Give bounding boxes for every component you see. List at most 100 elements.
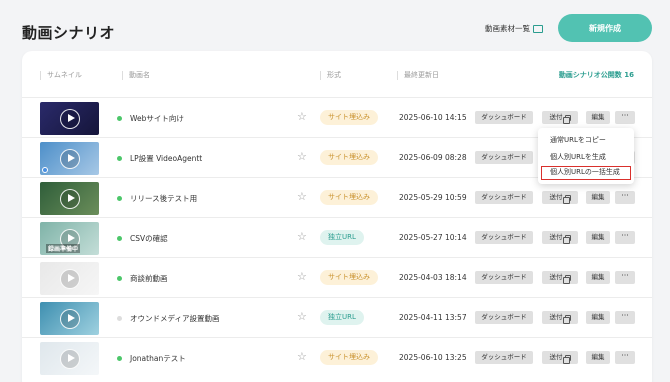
status-indicator [117,116,122,121]
favorite-star-icon[interactable]: ☆ [297,271,307,283]
dashboard-button[interactable]: ダッシュボード [475,151,533,164]
edit-button[interactable]: 編集 [586,351,610,364]
dashboard-button[interactable]: ダッシュボード [475,351,533,364]
send-button[interactable]: 送付 [542,111,578,124]
send-button-label: 送付 [549,233,563,241]
format-badge: サイト埋込み [320,150,378,165]
updated-date: 2025-06-10 13:25 [399,353,467,362]
video-thumbnail[interactable] [40,302,99,335]
dashboard-button[interactable]: ダッシュボード [475,231,533,244]
video-name[interactable]: CSVの確認 [130,233,168,244]
header-updated: 最終更新日 [397,71,439,80]
more-options-button[interactable]: ··· [615,111,635,124]
dashboard-button[interactable]: ダッシュボード [475,311,533,324]
copy-icon [562,234,571,244]
more-options-button[interactable]: ··· [615,231,635,244]
send-button[interactable]: 送付 [542,191,578,204]
dropdown-item-copy-url[interactable]: 通常URLをコピー [538,133,634,147]
page-title: 動画シナリオ [22,24,116,42]
more-options-button[interactable]: ··· [615,271,635,284]
status-indicator [117,276,122,281]
video-thumbnail[interactable] [40,342,99,375]
copy-icon [562,314,571,324]
edit-button[interactable]: 編集 [586,111,610,124]
format-badge: サイト埋込み [320,270,378,285]
video-thumbnail[interactable] [40,182,99,215]
video-thumbnail[interactable] [40,142,99,175]
header-name: 動画名 [122,71,150,80]
header-published-count: 動画シナリオ公開数 16 [558,71,634,79]
play-icon [59,268,80,289]
video-thumbnail[interactable] [40,262,99,295]
send-button[interactable]: 送付 [542,351,578,364]
video-name[interactable]: Jonathanテスト [130,353,186,364]
favorite-star-icon[interactable]: ☆ [297,191,307,203]
edit-button[interactable]: 編集 [586,191,610,204]
favorite-star-icon[interactable]: ☆ [297,111,307,123]
table-row[interactable]: 録画準備中 CSVの確認 ☆ 独立URL 2025-05-27 10:14 ダッシュボード… [22,217,652,257]
copy-icon [562,354,571,364]
more-options-button[interactable]: ··· [615,351,635,364]
send-button-label: 送付 [549,193,563,201]
assets-link[interactable]: 動画素材一覧 [485,23,543,34]
avatar-icon [42,167,48,173]
format-badge: 独立URL [320,230,364,245]
updated-date: 2025-06-09 08:28 [399,153,467,162]
assets-link-label: 動画素材一覧 [485,24,530,33]
copy-icon [562,194,571,204]
updated-date: 2025-04-03 18:14 [399,273,467,282]
send-button[interactable]: 送付 [542,311,578,324]
new-button[interactable]: 新規作成 [558,14,652,42]
dropdown-item-bulk-generate-personal-url[interactable]: 個人別URLの一括生成 [541,166,631,180]
play-icon [59,308,80,329]
updated-date: 2025-04-11 13:57 [399,313,467,322]
video-name[interactable]: オウンドメディア設置動画 [130,313,219,324]
dropdown-item-generate-personal-url[interactable]: 個人別URLを生成 [538,150,634,164]
dashboard-button[interactable]: ダッシュボード [475,271,533,284]
video-thumbnail[interactable] [40,102,99,135]
more-options-button[interactable]: ··· [615,191,635,204]
send-button[interactable]: 送付 [542,231,578,244]
header-format: 形式 [320,71,341,80]
video-name[interactable]: LP設置 VideoAgentt [130,153,202,164]
thumbnail-overlay-text: 録画準備中 [46,244,81,253]
header-thumbnail: サムネイル [40,71,82,80]
status-indicator [117,196,122,201]
updated-date: 2025-05-27 10:14 [399,233,467,242]
format-badge: サイト埋込み [320,350,378,365]
format-badge: サイト埋込み [320,190,378,205]
dashboard-button[interactable]: ダッシュボード [475,111,533,124]
copy-icon [562,274,571,284]
video-folder-icon [533,24,543,33]
video-thumbnail[interactable]: 録画準備中 [40,222,99,255]
send-button-label: 送付 [549,113,563,121]
send-button-label: 送付 [549,313,563,321]
table-row[interactable]: 商談前動画 ☆ サイト埋込み 2025-04-03 18:14 ダッシュボード 送付 編集 ·… [22,257,652,297]
favorite-star-icon[interactable]: ☆ [297,151,307,163]
more-options-button[interactable]: ··· [615,311,635,324]
format-badge: 独立URL [320,310,364,325]
updated-date: 2025-06-10 14:15 [399,113,467,122]
play-icon [59,148,80,169]
status-indicator [117,356,122,361]
edit-button[interactable]: 編集 [586,271,610,284]
table-row[interactable]: オウンドメディア設置動画 ☆ 独立URL 2025-04-11 13:57 ダッシュボー… [22,297,652,337]
edit-button[interactable]: 編集 [586,311,610,324]
status-indicator [117,156,122,161]
table-row[interactable]: Jonathanテスト ☆ サイト埋込み 2025-06-10 13:25 ダッシュボー… [22,337,652,377]
send-button[interactable]: 送付 [542,271,578,284]
video-name[interactable]: 商談前動画 [130,273,168,284]
video-name[interactable]: リリース後テスト用 [130,193,197,204]
favorite-star-icon[interactable]: ☆ [297,311,307,323]
send-button-label: 送付 [549,353,563,361]
scenario-table: サムネイル 動画名 形式 最終更新日 動画シナリオ公開数 16 Webサイト向け… [22,51,652,382]
format-badge: サイト埋込み [320,110,378,125]
status-indicator [117,316,122,321]
dashboard-button[interactable]: ダッシュボード [475,191,533,204]
send-button-label: 送付 [549,273,563,281]
video-name[interactable]: Webサイト向け [130,113,184,124]
favorite-star-icon[interactable]: ☆ [297,231,307,243]
edit-button[interactable]: 編集 [586,231,610,244]
play-icon [59,108,80,129]
favorite-star-icon[interactable]: ☆ [297,351,307,363]
